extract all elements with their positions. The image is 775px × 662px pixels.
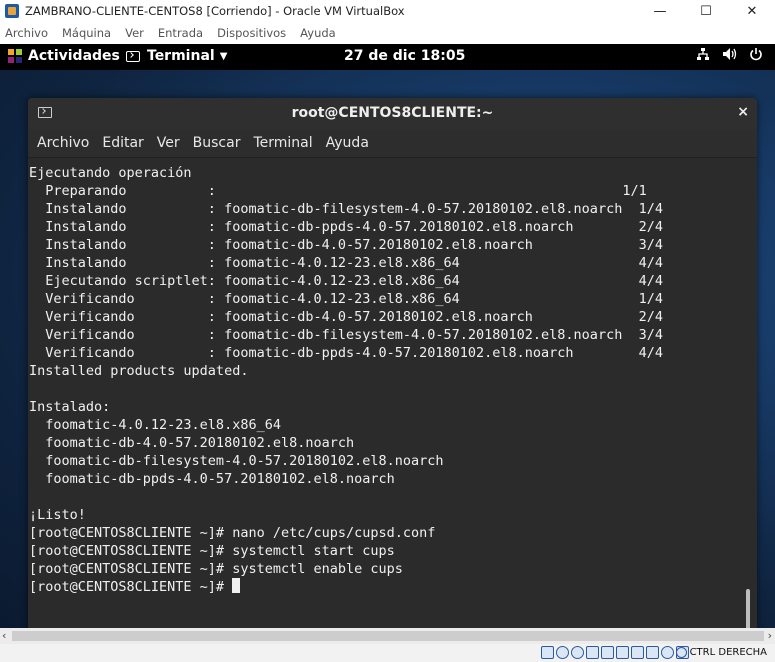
host-window-title: ZAMBRANO-CLIENTE-CENTOS8 [Corriendo] - O… <box>25 4 405 18</box>
centos-logo-icon <box>8 49 22 63</box>
host-key-label: CTRL DERECHA <box>689 647 767 658</box>
terminal-line: Installed products updated. <box>29 363 249 379</box>
terminal-line: ¡Listo! <box>29 507 86 523</box>
terminal-close-button[interactable]: × <box>737 104 749 120</box>
audio-icon[interactable] <box>571 646 584 659</box>
volume-icon <box>723 48 737 60</box>
terminal-line: Verificando : foomatic-db-ppds-4.0-57.20… <box>29 345 663 361</box>
usb-icon[interactable] <box>601 646 614 659</box>
terminal-line: Instalando : foomatic-db-4.0-57.20180102… <box>29 237 663 253</box>
terminal-output: Ejecutando operación Preparando : 1/1 In… <box>29 164 663 596</box>
terminal-scrollbar[interactable] <box>746 158 754 628</box>
scroll-left-icon[interactable]: ‹ <box>2 629 6 642</box>
terminal-line: Verificando : foomatic-4.0.12-23.el8.x86… <box>29 291 663 307</box>
terminal-line: foomatic-4.0.12-23.el8.x86_64 <box>29 417 281 433</box>
scroll-right-icon[interactable]: › <box>768 629 772 642</box>
host-menu-bar: Archivo Máquina Ver Entrada Dispositivos… <box>0 22 775 44</box>
terminal-output-area[interactable]: Ejecutando operación Preparando : 1/1 In… <box>28 158 757 628</box>
terminal-line: Verificando : foomatic-db-4.0-57.2018010… <box>29 309 663 325</box>
host-status-bar: CTRL DERECHA <box>0 644 775 662</box>
power-icon <box>750 48 762 61</box>
terminal-line: Instalado: <box>29 399 111 415</box>
hard-disk-icon[interactable] <box>541 646 554 659</box>
terminal-window: root@CENTOS8CLIENTE:~ × Archivo Editar V… <box>28 98 757 628</box>
caret-down-icon: ▼ <box>219 50 228 62</box>
window-controls: — ☐ ✕ <box>637 0 775 22</box>
terminal-line: Instalando : foomatic-db-filesystem-4.0-… <box>29 201 663 217</box>
terminal-line: [root@CENTOS8CLIENTE ~]# systemctl start… <box>29 543 395 559</box>
cpu-activity-icon[interactable] <box>661 646 674 659</box>
host-menu-dispositivos[interactable]: Dispositivos <box>217 26 286 40</box>
terminal-menu-ver[interactable]: Ver <box>157 135 180 151</box>
terminal-line: Preparando : 1/1 <box>29 183 647 199</box>
terminal-menu-bar: Archivo Editar Ver Buscar Terminal Ayuda <box>28 129 757 158</box>
gnome-top-bar: Actividades Terminal ▼ 27 de dic 18:05 <box>0 44 775 70</box>
maximize-button[interactable]: ☐ <box>683 0 729 22</box>
host-menu-ayuda[interactable]: Ayuda <box>300 26 336 40</box>
terminal-line: [root@CENTOS8CLIENTE ~]# nano /etc/cups/… <box>29 525 436 541</box>
terminal-line: foomatic-db-filesystem-4.0-57.20180102.e… <box>29 453 444 469</box>
host-menu-ver[interactable]: Ver <box>125 26 144 40</box>
device-status-icons <box>541 646 689 659</box>
minimize-button[interactable]: — <box>637 0 683 22</box>
terminal-line: [root@CENTOS8CLIENTE ~]# systemctl enabl… <box>29 561 403 577</box>
terminal-icon <box>126 50 140 62</box>
host-menu-archivo[interactable]: Archivo <box>5 26 48 40</box>
terminal-line: Ejecutando operación <box>29 165 192 181</box>
clock[interactable]: 27 de dic 18:05 <box>344 48 465 64</box>
terminal-line: Verificando : foomatic-db-filesystem-4.0… <box>29 327 663 343</box>
terminal-scrollbar-thumb[interactable] <box>746 589 750 628</box>
guest-screen: Actividades Terminal ▼ 27 de dic 18:05 r… <box>0 44 775 628</box>
video-capture-icon[interactable] <box>646 646 659 659</box>
host-horizontal-scrollbar[interactable]: ‹ › <box>0 628 775 644</box>
terminal-menu-archivo[interactable]: Archivo <box>37 135 89 151</box>
keyboard-capture-icon <box>675 647 687 658</box>
activities-label: Actividades <box>28 48 120 64</box>
virtualbox-logo-icon <box>5 4 19 18</box>
terminal-cursor <box>232 578 241 593</box>
terminal-menu-buscar[interactable]: Buscar <box>193 135 241 151</box>
host-key-indicator: CTRL DERECHA <box>675 647 767 658</box>
app-menu-terminal[interactable]: Terminal ▼ <box>126 48 227 64</box>
host-menu-entrada[interactable]: Entrada <box>158 26 203 40</box>
host-title-bar: ZAMBRANO-CLIENTE-CENTOS8 [Corriendo] - O… <box>0 0 775 22</box>
app-menu-label: Terminal <box>147 48 215 64</box>
host-scrollbar-thumb[interactable] <box>12 631 764 641</box>
close-button[interactable]: ✕ <box>729 0 775 22</box>
terminal-line: foomatic-db-4.0-57.20180102.el8.noarch <box>29 435 355 451</box>
terminal-line: Instalando : foomatic-db-ppds-4.0-57.201… <box>29 219 663 235</box>
shared-folders-icon[interactable] <box>616 646 629 659</box>
terminal-prompt-line: [root@CENTOS8CLIENTE ~]# <box>29 579 233 595</box>
host-menu-maquina[interactable]: Máquina <box>62 26 111 40</box>
network-adapter-icon[interactable] <box>586 646 599 659</box>
terminal-line: Instalando : foomatic-4.0.12-23.el8.x86_… <box>29 255 663 271</box>
system-tray[interactable] <box>696 47 763 61</box>
terminal-line: Ejecutando scriptlet: foomatic-4.0.12-23… <box>29 273 663 289</box>
terminal-menu-terminal[interactable]: Terminal <box>253 135 312 151</box>
terminal-line: foomatic-db-ppds-4.0-57.20180102.el8.noa… <box>29 471 395 487</box>
terminal-title-bar[interactable]: root@CENTOS8CLIENTE:~ × <box>28 98 757 129</box>
activities-button[interactable]: Actividades <box>8 48 120 64</box>
terminal-title: root@CENTOS8CLIENTE:~ <box>291 105 494 121</box>
optical-drive-icon[interactable] <box>556 646 569 659</box>
terminal-menu-ayuda[interactable]: Ayuda <box>326 135 369 151</box>
network-icon <box>697 48 709 60</box>
terminal-menu-editar[interactable]: Editar <box>102 135 143 151</box>
display-icon[interactable] <box>631 646 644 659</box>
